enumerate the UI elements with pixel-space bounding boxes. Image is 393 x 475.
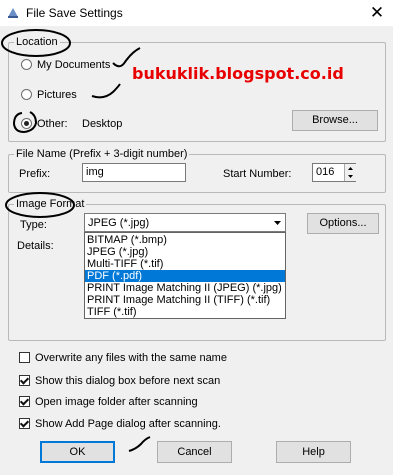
ok-button[interactable]: OK [40, 441, 115, 463]
prefix-input[interactable]: img [82, 163, 186, 182]
other-location-value: Desktop [82, 118, 123, 130]
spinner-down-icon[interactable] [345, 173, 356, 181]
spinner-up-icon[interactable] [345, 164, 356, 172]
add-page-checkbox[interactable] [19, 418, 30, 429]
scanner-app-icon [8, 8, 18, 18]
chevron-down-icon[interactable] [270, 214, 285, 231]
show-dialog-label: Show this dialog box before next scan [35, 375, 221, 387]
radio-label-pictures: Pictures [37, 89, 77, 101]
start-number-spinner[interactable] [344, 164, 356, 181]
dropdown-option[interactable]: JPEG (*.jpg) [85, 246, 285, 258]
image-format-legend: Image Format [14, 198, 87, 210]
window-title: File Save Settings [26, 6, 123, 20]
open-folder-label: Open image folder after scanning [35, 396, 198, 408]
dropdown-option[interactable]: BITMAP (*.bmp) [85, 234, 285, 246]
options-button[interactable]: Options... [307, 213, 379, 234]
browse-button[interactable]: Browse... [292, 110, 378, 131]
radio-other[interactable] [21, 118, 32, 129]
show-dialog-checkbox[interactable] [19, 375, 30, 386]
watermark-text: bukuklik.blogspot.co.id [132, 64, 344, 83]
open-folder-checkbox[interactable] [19, 396, 30, 407]
overwrite-checkbox[interactable] [19, 352, 30, 363]
overwrite-label: Overwrite any files with the same name [35, 352, 227, 364]
add-page-label: Show Add Page dialog after scanning. [35, 418, 221, 430]
annotation-check-mark [128, 436, 151, 452]
radio-label-other: Other: [37, 118, 68, 130]
radio-pictures[interactable] [21, 89, 32, 100]
prefix-label: Prefix: [19, 168, 51, 180]
dropdown-option[interactable]: PRINT Image Matching II (TIFF) (*.tif) [85, 294, 285, 306]
location-legend: Location [14, 36, 60, 48]
type-dropdown-list[interactable]: BITMAP (*.bmp) JPEG (*.jpg) Multi-TIFF (… [84, 232, 286, 319]
type-select-value: JPEG (*.jpg) [88, 217, 150, 229]
type-label: Type: [20, 219, 47, 231]
dropdown-option-highlighted[interactable]: PDF (*.pdf) [85, 270, 285, 282]
help-button[interactable]: Help [276, 441, 351, 463]
start-number-label: Start Number: [223, 168, 292, 180]
dropdown-option[interactable]: TIFF (*.tif) [85, 306, 285, 318]
cancel-button[interactable]: Cancel [157, 441, 232, 463]
type-select[interactable]: JPEG (*.jpg) [84, 213, 286, 232]
dropdown-option[interactable]: Multi-TIFF (*.tif) [85, 258, 285, 270]
close-icon[interactable]: ✕ [366, 2, 388, 24]
details-label: Details: [17, 240, 54, 252]
dropdown-option[interactable]: PRINT Image Matching II (JPEG) (*.jpg) [85, 282, 285, 294]
radio-my-documents[interactable] [21, 59, 32, 70]
radio-label-my-documents: My Documents [37, 59, 111, 71]
file-name-legend: File Name (Prefix + 3-digit number) [14, 148, 190, 160]
